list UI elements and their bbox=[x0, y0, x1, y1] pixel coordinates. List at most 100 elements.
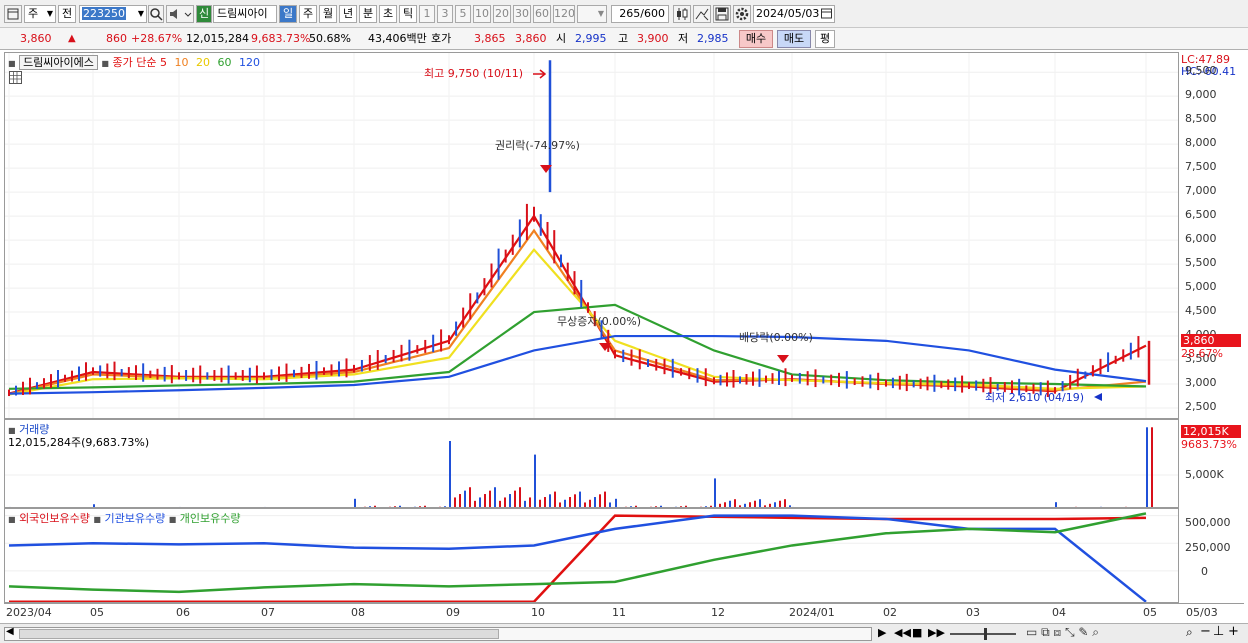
horizontal-scrollbar[interactable]: ◀ bbox=[4, 626, 872, 641]
zoom-slider-handle[interactable] bbox=[984, 628, 987, 640]
calendar-icon[interactable] bbox=[821, 6, 832, 22]
crosshair-icon[interactable] bbox=[693, 5, 711, 23]
count-button[interactable]: 5 bbox=[455, 5, 471, 23]
stock-tag[interactable]: 드림씨아이에스 bbox=[19, 55, 98, 70]
volume-bar bbox=[504, 497, 506, 507]
speaker-icon[interactable] bbox=[166, 5, 194, 23]
volume-bar bbox=[489, 490, 491, 507]
count-button[interactable]: 10 bbox=[473, 5, 491, 23]
view-total-value: /600 bbox=[640, 7, 665, 20]
period-month-button[interactable]: 월 bbox=[319, 5, 337, 23]
period-type-select[interactable]: 주 ▼ bbox=[24, 5, 56, 23]
price-tick-label: 8,500 bbox=[1185, 112, 1217, 126]
candle-type-icon[interactable] bbox=[673, 5, 691, 23]
institution-holdings-label[interactable]: 기관보유수량 bbox=[104, 512, 165, 525]
price-tick-label: 2,500 bbox=[1185, 400, 1217, 413]
high-arrow-icon bbox=[533, 69, 547, 79]
eval-button[interactable]: 평 bbox=[815, 30, 835, 48]
volume-bar bbox=[514, 490, 516, 507]
date-input[interactable]: 2024/05/03 bbox=[753, 5, 835, 23]
high-price: 3,900 bbox=[637, 32, 669, 45]
count-button[interactable]: 20 bbox=[493, 5, 511, 23]
price-chart bbox=[5, 53, 1178, 418]
view-tools-icon[interactable]: ▭ ⧉ ⧈ ⤡ ✎ ⌕ bbox=[1026, 625, 1099, 640]
count-button[interactable]: 3 bbox=[437, 5, 453, 23]
price-change: 860 bbox=[106, 32, 127, 45]
zoom-in-icon[interactable]: + bbox=[1228, 624, 1239, 639]
ma-10-label: 10 bbox=[174, 56, 189, 69]
volume-bar bbox=[729, 500, 731, 507]
count-button[interactable]: 1 bbox=[419, 5, 435, 23]
volume-bar bbox=[599, 494, 601, 507]
layout-icon[interactable] bbox=[4, 5, 22, 23]
price-chart-pane[interactable] bbox=[4, 52, 1179, 419]
price-axis: LC:47.89 HC:-60.41 2,5003,0003,5004,0004… bbox=[1179, 52, 1244, 419]
fit-icon[interactable]: ⊥ bbox=[1213, 624, 1224, 639]
ma-label[interactable]: 종가 단순 bbox=[112, 56, 156, 69]
compare-button[interactable]: 전 bbox=[58, 5, 76, 23]
foreign-holdings-label[interactable]: 외국인보유수량 bbox=[19, 512, 90, 525]
gear-icon[interactable] bbox=[733, 5, 751, 23]
price-tick-label: 9,500 bbox=[1185, 64, 1217, 78]
zoom-search-icon[interactable]: ⌕ bbox=[1186, 625, 1193, 640]
date-axis: 2023/04 05 06 07 08 09 10 11 12 2024/01 02 03 04 05 05… bbox=[4, 603, 1244, 621]
sell-button[interactable]: 매도 bbox=[777, 30, 811, 48]
view-count-field[interactable]: 265/600 bbox=[611, 5, 669, 23]
buy-button[interactable]: 매수 bbox=[739, 30, 773, 48]
ask-price: 3,865 bbox=[474, 32, 506, 45]
dividend-annotation: 배당락(0.00%) bbox=[739, 331, 813, 344]
date-tick-label: 05 bbox=[1143, 606, 1157, 619]
stock-code-input[interactable]: 223250 ▼ bbox=[79, 5, 147, 23]
period-year-button[interactable]: 년 bbox=[339, 5, 357, 23]
rewind-icon[interactable]: ◀◀ bbox=[894, 626, 911, 639]
scroll-thumb[interactable] bbox=[19, 629, 499, 639]
date-tick-label: 03 bbox=[966, 606, 980, 619]
holdings-legend: ■ 외국인보유수량 ■ 기관보유수량 ■ 개인보유수량 bbox=[8, 510, 241, 526]
period-minute-button[interactable]: 분 bbox=[359, 5, 377, 23]
count-button[interactable]: 30 bbox=[513, 5, 531, 23]
date-tick-label: 05 bbox=[90, 606, 104, 619]
volume-bar bbox=[539, 499, 541, 507]
count-button[interactable]: 60 bbox=[533, 5, 551, 23]
scroll-left-icon[interactable]: ◀ bbox=[6, 626, 14, 637]
period-day-button[interactable]: 일 bbox=[279, 5, 297, 23]
low-label: 저 bbox=[678, 32, 689, 45]
save-icon[interactable] bbox=[713, 5, 731, 23]
volume-pane[interactable] bbox=[4, 419, 1179, 508]
volume-bar bbox=[459, 494, 461, 507]
volume-readout: 12,015,284주(9,683.73%) bbox=[8, 436, 150, 449]
period-week-button[interactable]: 주 bbox=[299, 5, 317, 23]
zoom-out-icon[interactable]: − bbox=[1200, 624, 1211, 639]
volume-bar bbox=[1146, 427, 1148, 507]
period-tick-button[interactable]: 틱 bbox=[399, 5, 417, 23]
volume-current-tag: 12,015K bbox=[1181, 425, 1241, 438]
chevron-down-icon: ▼ bbox=[597, 9, 604, 18]
dividend-arrow-icon bbox=[777, 355, 789, 363]
volume-bar bbox=[579, 491, 581, 507]
volume-bar bbox=[564, 499, 566, 507]
marker-icon: ■ bbox=[93, 515, 101, 524]
count-select[interactable]: ▼ bbox=[577, 5, 607, 23]
zoom-slider[interactable] bbox=[950, 628, 1016, 640]
ma-5-line bbox=[8, 214, 1147, 395]
current-price: 3,860 bbox=[20, 32, 52, 45]
count-button[interactable]: 120 bbox=[553, 5, 575, 23]
volume-bar bbox=[484, 494, 486, 507]
period-type-value: 주 bbox=[28, 7, 39, 20]
date-tick-label: 11 bbox=[612, 606, 626, 619]
low-annotation: 최저 2,610 (04/19) bbox=[985, 391, 1085, 404]
date-value: 2024/05/03 bbox=[756, 7, 820, 20]
search-icon[interactable] bbox=[148, 5, 164, 23]
bid-price: 3,860 bbox=[515, 32, 547, 45]
individual-holdings-label[interactable]: 개인보유수량 bbox=[180, 512, 241, 525]
forward-icon[interactable]: ▶▶ bbox=[928, 626, 945, 639]
play-icon[interactable]: ▶ bbox=[878, 626, 886, 639]
ma-120-label: 120 bbox=[238, 56, 260, 69]
stop-icon[interactable]: ■ bbox=[912, 626, 922, 639]
period-second-button[interactable]: 초 bbox=[379, 5, 397, 23]
table-icon[interactable] bbox=[9, 71, 22, 84]
bottom-toolbar: ◀ ▶ ◀◀ ■ ▶▶ ▭ ⧉ ⧈ ⤡ ✎ ⌕ ⌕ − ⊥ + bbox=[0, 623, 1248, 643]
turnover-rate: 50.68% bbox=[309, 32, 351, 45]
volume-bar bbox=[534, 454, 536, 507]
volume-bar bbox=[519, 487, 521, 507]
